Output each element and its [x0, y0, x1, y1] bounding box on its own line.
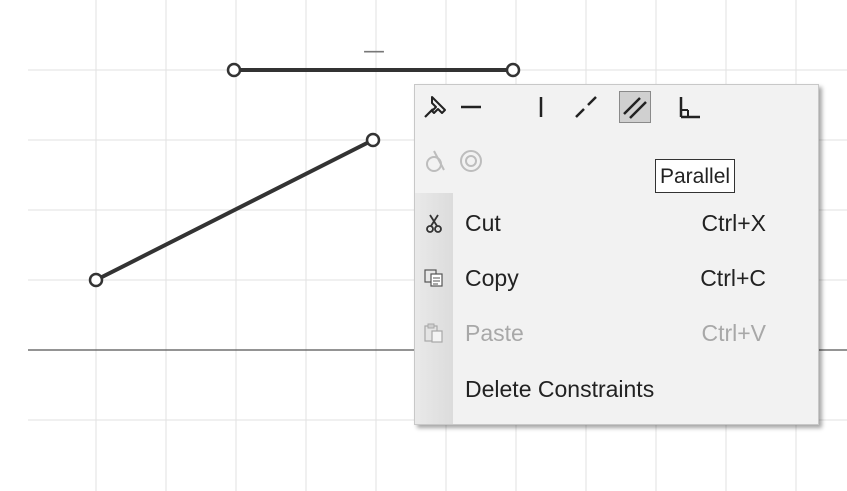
menu-item-copy[interactable]: Copy Ctrl+C — [415, 251, 818, 305]
horizontal-icon[interactable] — [455, 91, 487, 123]
copy-icon — [415, 251, 453, 305]
menu-item-cut[interactable]: Cut Ctrl+X — [415, 196, 818, 250]
paste-icon — [415, 306, 453, 360]
line-endpoint[interactable] — [505, 62, 521, 78]
collinear-icon[interactable] — [570, 91, 602, 123]
scissors-icon — [415, 196, 453, 250]
menu-item-shortcut: Ctrl+V — [701, 320, 766, 346]
menu-item-label: Cut — [465, 210, 501, 236]
menu-item-label: Copy — [465, 265, 519, 291]
vertical-icon[interactable] — [525, 91, 557, 123]
fix-pin-icon[interactable] — [419, 91, 451, 123]
menu-item-label: Delete Constraints — [465, 376, 655, 402]
menu-item-shortcut: Ctrl+X — [701, 210, 766, 236]
menu-item-delete-constraints[interactable]: Delete Constraints — [415, 362, 818, 416]
menu-item-label: Paste — [465, 320, 524, 346]
tooltip: Parallel — [655, 159, 736, 193]
sketch-line-horizontal[interactable] — [226, 62, 521, 78]
horizontal-constraint-glyph[interactable]: — — [363, 39, 385, 64]
perpendicular-icon[interactable] — [673, 91, 705, 123]
line-endpoint[interactable] — [88, 272, 104, 288]
line-endpoint[interactable] — [365, 132, 381, 148]
menu-item-paste: Paste Ctrl+V — [415, 306, 818, 360]
line-endpoint[interactable] — [226, 62, 242, 78]
tangent-icon — [419, 145, 451, 177]
parallel-icon[interactable] — [619, 91, 651, 123]
concentric-icon — [455, 145, 487, 177]
context-menu: Parallel Cut Ctrl+X Copy Ctrl+C Paste Ct… — [414, 84, 819, 425]
menu-item-shortcut: Ctrl+C — [700, 265, 766, 291]
